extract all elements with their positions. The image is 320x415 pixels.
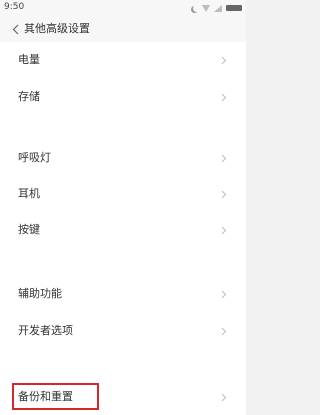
status-bar: 9:50 xyxy=(0,0,246,16)
settings-item-notification-light[interactable]: 呼吸灯 xyxy=(0,140,246,177)
chevron-right-icon xyxy=(221,393,227,402)
settings-item-label: 呼吸灯 xyxy=(18,151,51,164)
chevron-right-icon xyxy=(221,154,227,163)
status-icons xyxy=(191,3,242,13)
settings-item-label: 耳机 xyxy=(18,187,40,200)
chevron-left-icon[interactable] xyxy=(9,23,21,35)
battery-icon xyxy=(226,5,242,11)
header: 其他高级设置 xyxy=(0,16,246,42)
chevron-right-icon xyxy=(221,226,227,235)
chevron-right-icon xyxy=(221,56,227,65)
wifi-icon xyxy=(202,4,210,12)
highlight-box xyxy=(12,383,99,410)
chevron-right-icon xyxy=(221,93,227,102)
settings-item-label: 电量 xyxy=(18,53,40,66)
settings-item-label: 辅助功能 xyxy=(18,287,62,300)
section-gap xyxy=(0,249,246,276)
settings-item-headphones[interactable]: 耳机 xyxy=(0,176,246,213)
settings-item-label: 按键 xyxy=(18,223,40,236)
chevron-right-icon xyxy=(221,327,227,336)
settings-item-developer-options[interactable]: 开发者选项 xyxy=(0,313,246,350)
settings-item-accessibility[interactable]: 辅助功能 xyxy=(0,276,246,313)
settings-item-storage[interactable]: 存储 xyxy=(0,79,246,116)
section-gap xyxy=(0,116,246,140)
section-gap xyxy=(0,350,246,381)
moon-icon xyxy=(193,5,200,12)
settings-item-label: 开发者选项 xyxy=(18,324,73,337)
settings-item-label: 存储 xyxy=(18,90,40,103)
chevron-right-icon xyxy=(221,190,227,199)
signal-icon xyxy=(214,4,222,12)
page-title: 其他高级设置 xyxy=(24,22,90,35)
chevron-right-icon xyxy=(221,290,227,299)
settings-item-buttons[interactable]: 按键 xyxy=(0,212,246,249)
status-time: 9:50 xyxy=(4,2,25,12)
settings-item-battery[interactable]: 电量 xyxy=(0,42,246,79)
